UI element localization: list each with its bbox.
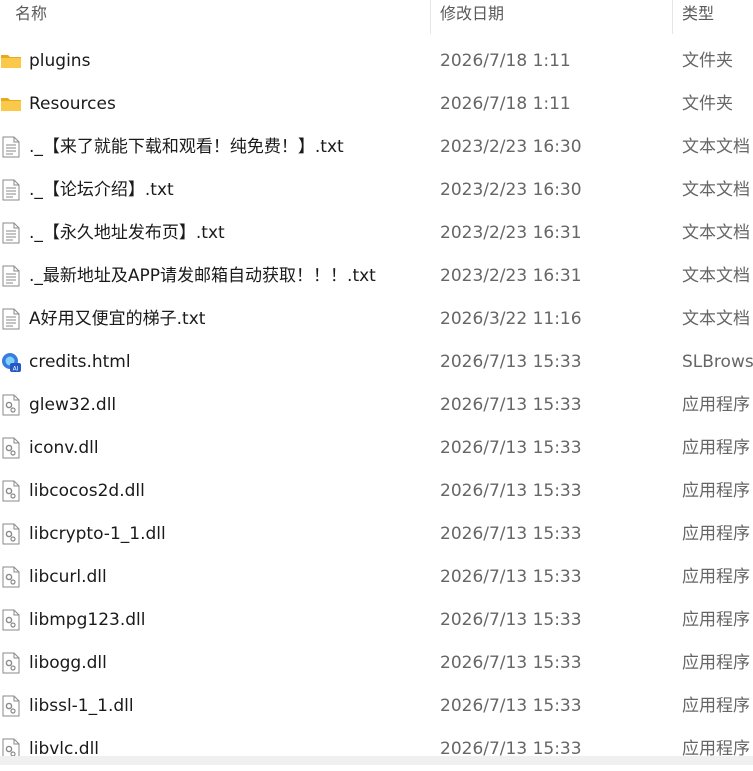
column-divider[interactable] [672, 0, 673, 34]
file-row[interactable]: glew32.dll 2026/7/13 15:33 应用程序 [0, 384, 753, 427]
text-file-icon [0, 308, 22, 330]
dll-file-icon [0, 695, 22, 717]
file-date: 2023/2/23 16:31 [440, 223, 582, 243]
file-name: plugins [29, 51, 91, 71]
file-name: ._【论坛介绍】.txt [29, 180, 174, 200]
file-row[interactable]: libcrypto-1_1.dll 2026/7/13 15:33 应用程序 [0, 513, 753, 556]
file-type: 文件夹 [682, 51, 733, 71]
dll-file-icon [0, 523, 22, 545]
file-row[interactable]: Resources 2026/7/18 1:11 文件夹 [0, 83, 753, 126]
file-row[interactable]: ._【论坛介绍】.txt 2023/2/23 16:30 文本文档 [0, 169, 753, 212]
file-date: 2023/2/23 16:30 [440, 137, 582, 157]
file-row[interactable]: libcocos2d.dll 2026/7/13 15:33 应用程序 [0, 470, 753, 513]
file-type: SLBrows [682, 352, 753, 372]
dll-file-icon [0, 652, 22, 674]
file-name: A好用又便宜的梯子.txt [29, 309, 206, 329]
dll-file-icon [0, 480, 22, 502]
file-name: libssl-1_1.dll [29, 696, 134, 716]
file-row[interactable]: ._【来了就能下载和观看！纯免费！】.txt 2023/2/23 16:30 文本文… [0, 126, 753, 169]
file-row[interactable]: libogg.dll 2026/7/13 15:33 应用程序 [0, 642, 753, 685]
file-type: 应用程序 [682, 524, 750, 544]
file-date: 2026/7/13 15:33 [440, 610, 582, 630]
column-header-type[interactable]: 类型 [682, 0, 714, 34]
file-name: ._【永久地址发布页】.txt [29, 223, 225, 243]
file-type: 文本文档 [682, 309, 750, 329]
dll-file-icon [0, 609, 22, 631]
file-row[interactable]: ._最新地址及APP请发邮箱自动获取！！！.txt 2023/2/23 16:31… [0, 255, 753, 298]
file-date: 2026/7/13 15:33 [440, 653, 582, 673]
file-date: 2026/7/13 15:33 [440, 481, 582, 501]
column-header-bar: 名称 修改日期 类型 [0, 0, 753, 34]
svg-text:AI: AI [13, 366, 19, 373]
dll-file-icon [0, 394, 22, 416]
file-name: Resources [29, 94, 116, 114]
file-name: glew32.dll [29, 395, 117, 415]
file-date: 2026/7/13 15:33 [440, 395, 582, 415]
file-name: libcrypto-1_1.dll [29, 524, 166, 544]
browser-html-icon: AI [0, 351, 22, 373]
file-name: libogg.dll [29, 653, 107, 673]
file-date: 2026/7/13 15:33 [440, 524, 582, 544]
file-date: 2026/7/18 1:11 [440, 94, 571, 114]
file-row[interactable]: ._【永久地址发布页】.txt 2023/2/23 16:31 文本文档 [0, 212, 753, 255]
text-file-icon [0, 136, 22, 158]
dll-file-icon [0, 566, 22, 588]
folder-icon [0, 50, 22, 72]
file-row[interactable]: plugins 2026/7/18 1:11 文件夹 [0, 40, 753, 83]
file-row[interactable]: libssl-1_1.dll 2026/7/13 15:33 应用程序 [0, 685, 753, 728]
file-type: 文本文档 [682, 137, 750, 157]
file-name: iconv.dll [29, 438, 99, 458]
column-header-date[interactable]: 修改日期 [440, 0, 504, 34]
file-list: plugins 2026/7/18 1:11 文件夹 Resources 2026/7/… [0, 40, 753, 771]
file-type: 应用程序 [682, 610, 750, 630]
file-row[interactable]: A好用又便宜的梯子.txt 2026/3/22 11:16 文本文档 [0, 298, 753, 341]
file-type: 文件夹 [682, 94, 733, 114]
file-type: 文本文档 [682, 266, 750, 286]
file-date: 2026/7/13 15:33 [440, 567, 582, 587]
file-name: credits.html [29, 352, 131, 372]
folder-icon [0, 93, 22, 115]
text-file-icon [0, 265, 22, 287]
file-type: 应用程序 [682, 395, 750, 415]
file-type: 应用程序 [682, 481, 750, 501]
text-file-icon [0, 222, 22, 244]
dll-file-icon [0, 437, 22, 459]
file-type: 应用程序 [682, 438, 750, 458]
file-row[interactable]: iconv.dll 2026/7/13 15:33 应用程序 [0, 427, 753, 470]
column-divider[interactable] [430, 0, 431, 34]
horizontal-scrollbar[interactable] [0, 756, 753, 765]
file-name: libcurl.dll [29, 567, 107, 587]
file-name: libcocos2d.dll [29, 481, 145, 501]
file-row[interactable]: libmpg123.dll 2026/7/13 15:33 应用程序 [0, 599, 753, 642]
file-type: 应用程序 [682, 653, 750, 673]
file-type: 文本文档 [682, 223, 750, 243]
text-file-icon [0, 179, 22, 201]
file-type: 应用程序 [682, 567, 750, 587]
file-date: 2026/7/13 15:33 [440, 696, 582, 716]
file-date: 2026/7/13 15:33 [440, 352, 582, 372]
file-row[interactable]: libcurl.dll 2026/7/13 15:33 应用程序 [0, 556, 753, 599]
file-row[interactable]: AI credits.html 2026/7/13 15:33 SLBrows [0, 341, 753, 384]
file-type: 应用程序 [682, 696, 750, 716]
file-date: 2023/2/23 16:31 [440, 266, 582, 286]
column-header-name[interactable]: 名称 [15, 0, 47, 34]
file-date: 2023/2/23 16:30 [440, 180, 582, 200]
file-name: libmpg123.dll [29, 610, 146, 630]
file-name: ._最新地址及APP请发邮箱自动获取！！！.txt [29, 266, 376, 286]
file-name: ._【来了就能下载和观看！纯免费！】.txt [29, 137, 344, 157]
file-type: 文本文档 [682, 180, 750, 200]
file-date: 2026/7/18 1:11 [440, 51, 571, 71]
file-date: 2026/7/13 15:33 [440, 438, 582, 458]
file-date: 2026/3/22 11:16 [440, 309, 582, 329]
